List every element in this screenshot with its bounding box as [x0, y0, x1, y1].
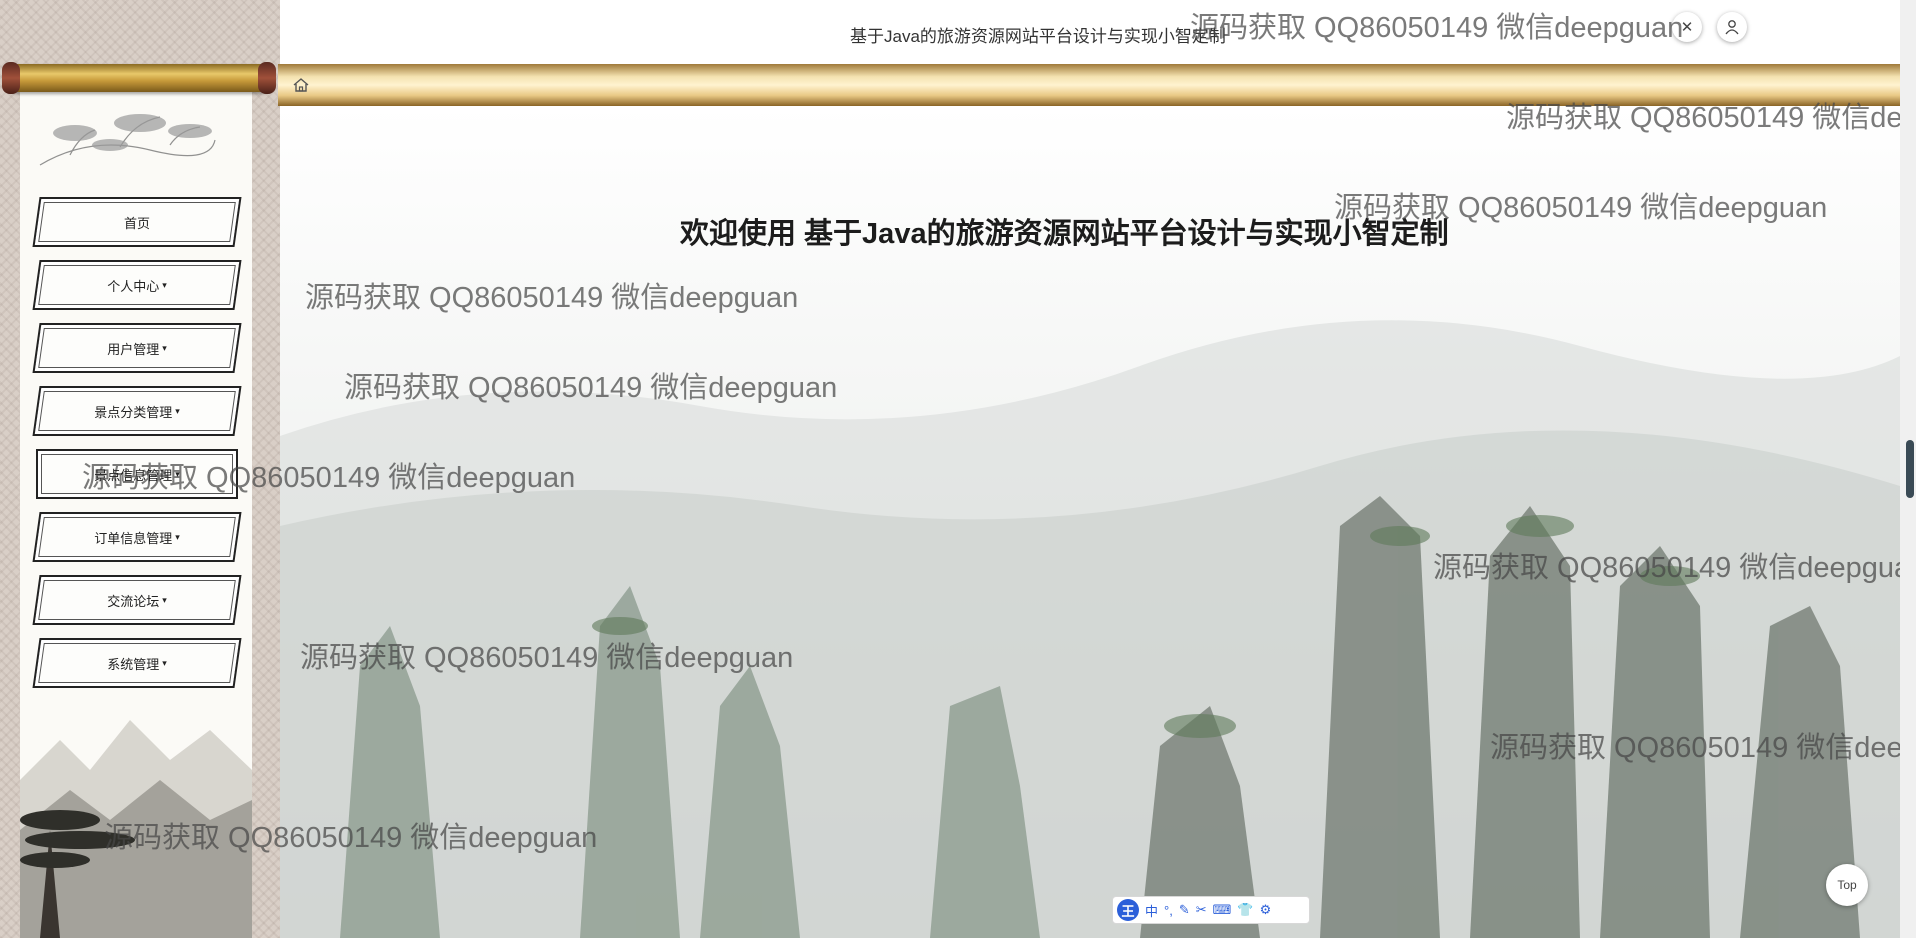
ime-toolbar: 王 中 °, ✎ ✂ ⌨ 👕 ⚙: [1112, 896, 1310, 924]
ime-punctuation-icon[interactable]: °,: [1164, 903, 1173, 918]
sidebar-item-system-management[interactable]: 系统管理 ▾: [32, 638, 242, 688]
close-icon[interactable]: ✕: [1672, 12, 1702, 42]
sidebar-item-label: 个人中心: [107, 278, 160, 294]
ime-settings-icon[interactable]: ⚙: [1260, 902, 1272, 918]
sidebar-item-home[interactable]: 首页: [32, 197, 242, 247]
sidebar: 首页 个人中心 ▾ 用户管理 ▾ 景点分类管理 ▾ 景点信息管理 ▾ 订单信息管…: [0, 0, 280, 938]
sidebar-item-label: 首页: [123, 215, 150, 231]
caret-down-icon: ▾: [162, 342, 167, 353]
caret-down-icon: ▾: [162, 594, 167, 605]
sidebar-item-user-management[interactable]: 用户管理 ▾: [32, 323, 242, 373]
caret-down-icon: ▾: [175, 468, 180, 479]
site-title: 基于Java的旅游资源网站平台设计与实现小智定制: [850, 27, 1226, 46]
pine-decoration: [39, 114, 216, 166]
sidebar-menu: 首页 个人中心 ▾ 用户管理 ▾ 景点分类管理 ▾ 景点信息管理 ▾ 订单信息管…: [32, 197, 242, 701]
caret-down-icon: ▾: [162, 657, 167, 668]
caret-down-icon: ▾: [175, 405, 180, 416]
sidebar-item-label: 订单信息管理: [94, 530, 173, 546]
sidebar-item-label: 景点信息管理: [94, 467, 173, 483]
home-icon[interactable]: [290, 74, 312, 96]
sidebar-item-label: 景点分类管理: [94, 404, 173, 420]
mountain-pine-decoration: [20, 720, 252, 938]
ime-chinese-mode[interactable]: 中: [1145, 901, 1158, 920]
sidebar-item-label: 用户管理: [107, 341, 160, 357]
main-content: 欢迎使用 基于Java的旅游资源网站平台设计与实现小智定制: [280, 106, 1900, 938]
top-header: 基于Java的旅游资源网站平台设计与实现小智定制 ✕: [280, 0, 1900, 64]
sidebar-item-personal-center[interactable]: 个人中心 ▾: [32, 260, 242, 310]
caret-down-icon: ▾: [175, 531, 180, 542]
sidebar-item-order-management[interactable]: 订单信息管理 ▾: [32, 512, 242, 562]
sidebar-item-forum[interactable]: 交流论坛 ▾: [32, 575, 242, 625]
scrollbar-thumb[interactable]: [1906, 440, 1914, 498]
scroll-rod-decoration: [2, 62, 276, 94]
back-to-top-button[interactable]: Top: [1826, 864, 1868, 906]
ime-handwriting-icon[interactable]: ✎: [1179, 902, 1190, 918]
ime-skin-icon[interactable]: 👕: [1237, 902, 1253, 918]
ime-logo-icon[interactable]: 王: [1117, 899, 1139, 921]
user-icon[interactable]: [1717, 12, 1747, 42]
ime-keyboard-icon[interactable]: ⌨: [1213, 902, 1232, 918]
sidebar-item-category-management[interactable]: 景点分类管理 ▾: [32, 386, 242, 436]
sidebar-item-label: 交流论坛: [107, 593, 160, 609]
caret-down-icon: ▾: [162, 279, 167, 290]
sidebar-item-attraction-management[interactable]: 景点信息管理 ▾: [36, 449, 238, 499]
sidebar-item-label: 系统管理: [107, 656, 160, 672]
ime-screenshot-icon[interactable]: ✂: [1196, 902, 1207, 918]
welcome-heading: 欢迎使用 基于Java的旅游资源网站平台设计与实现小智定制: [680, 218, 1449, 250]
breadcrumb-bar: [278, 64, 1902, 106]
